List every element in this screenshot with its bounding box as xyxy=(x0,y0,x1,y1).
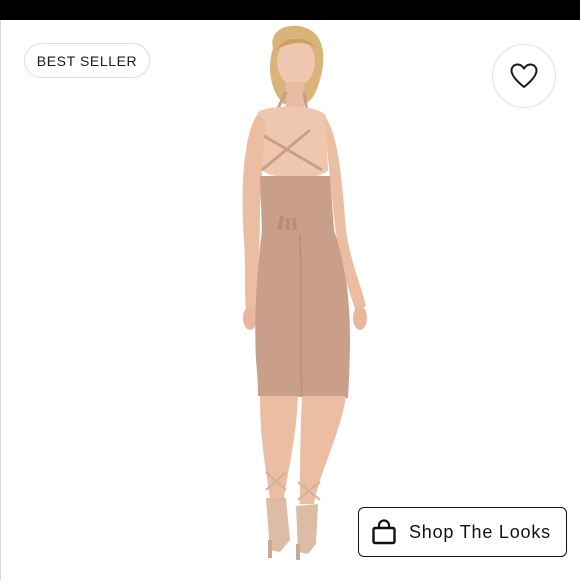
top-bar xyxy=(0,0,580,20)
favorite-button[interactable] xyxy=(492,44,556,108)
product-image[interactable] xyxy=(200,20,400,580)
best-seller-badge: BEST SELLER xyxy=(24,43,150,78)
frame-border xyxy=(0,20,1,580)
shopping-bag-icon xyxy=(372,519,396,545)
best-seller-label: BEST SELLER xyxy=(36,52,138,69)
heart-icon xyxy=(510,63,538,88)
shop-the-looks-label: Shop The Looks xyxy=(409,521,551,542)
model-figure xyxy=(242,25,367,560)
shop-the-looks-button[interactable]: Shop The Looks xyxy=(358,507,567,557)
